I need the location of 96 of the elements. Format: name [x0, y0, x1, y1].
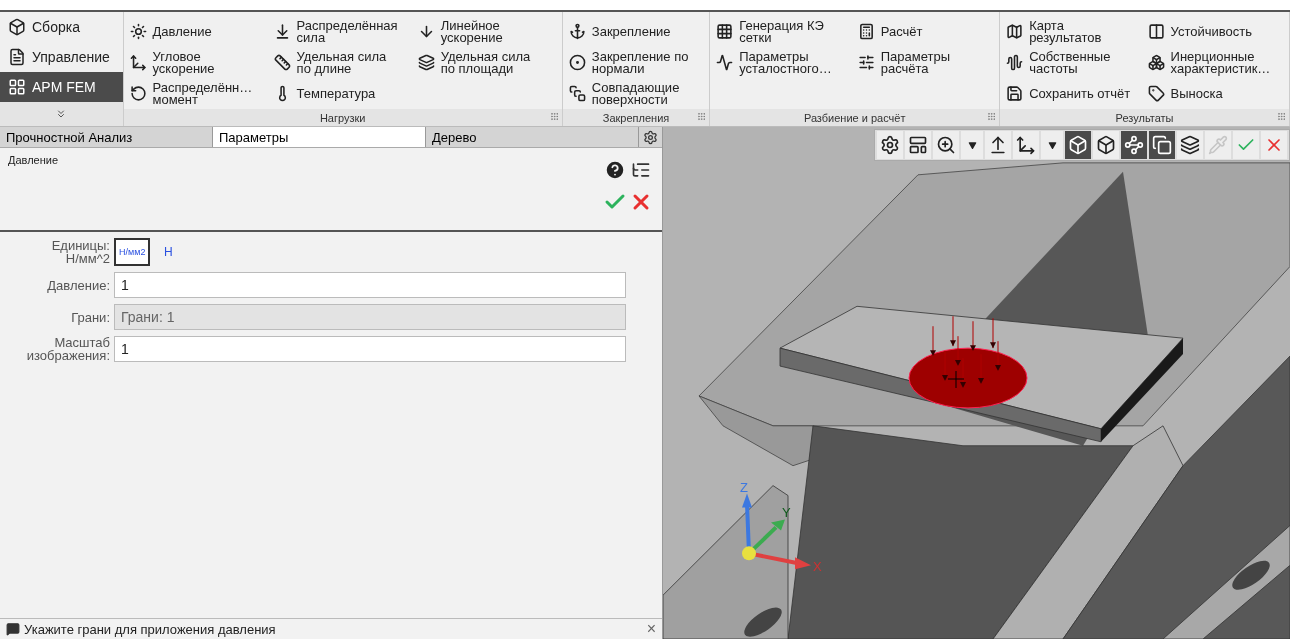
- axis-label: X: [813, 559, 822, 575]
- view-tool-button[interactable]: [1149, 131, 1175, 159]
- ribbon-button[interactable]: Температура: [271, 78, 416, 109]
- cube-icon: [1096, 135, 1116, 155]
- ribbon-button[interactable]: Распределённ… момент: [127, 78, 272, 109]
- group-title: Результаты: [1115, 111, 1174, 124]
- pulse-icon: [716, 54, 734, 71]
- gear-icon: [880, 135, 900, 155]
- view-tool-button[interactable]: [905, 131, 931, 159]
- group-title: Нагрузки: [319, 111, 366, 124]
- view-tool-button[interactable]: [1121, 131, 1147, 159]
- help-button[interactable]: [604, 159, 626, 181]
- unit-button[interactable]: Н/мм2: [114, 238, 151, 266]
- ribbon-button[interactable]: Устойчивость: [1145, 16, 1287, 47]
- ribbon-button[interactable]: Генерация КЭ сетки: [714, 16, 856, 47]
- axis-label: Z: [740, 479, 748, 495]
- ribbon-button[interactable]: Угловое ускорение: [127, 47, 272, 78]
- box-icon: [8, 18, 26, 36]
- units-label: Единицы: Н/мм^2: [50, 239, 110, 265]
- boxes-icon: [1147, 54, 1165, 71]
- grid-icon: [716, 23, 734, 40]
- caret-icon: [967, 140, 977, 150]
- ribbon-button[interactable]: Удельная сила по длине: [271, 47, 416, 78]
- columns-icon: [1147, 23, 1165, 40]
- axis-label: Y: [782, 505, 791, 521]
- grip-icon[interactable]: [697, 112, 707, 121]
- view-tool-button[interactable]: [933, 131, 959, 159]
- sun-icon: [129, 23, 147, 40]
- cube-icon: [1068, 135, 1088, 155]
- sliders-icon: [857, 54, 875, 71]
- ribbon-button[interactable]: Карта результатов: [1004, 16, 1146, 47]
- layers-icon: [1180, 135, 1200, 155]
- ribbon-button[interactable]: Удельная сила по площади: [415, 47, 560, 78]
- view-tool-button[interactable]: [985, 131, 1011, 159]
- pipette-icon: [1208, 135, 1228, 155]
- zoom-icon: [936, 135, 956, 155]
- ribbon-button[interactable]: Выноска: [1145, 78, 1287, 109]
- grip-icon[interactable]: [1277, 112, 1286, 121]
- save-icon: [1006, 85, 1024, 102]
- rotate-icon: [129, 85, 147, 102]
- axes-icon: [129, 54, 147, 71]
- stack-icon: [568, 85, 586, 102]
- ribbon-button[interactable]: Собственные частоты: [1004, 47, 1146, 78]
- axes-icon: [1016, 135, 1036, 155]
- view-tool-button[interactable]: [1093, 131, 1119, 159]
- sketch-icon: [908, 135, 928, 155]
- mode-tab[interactable]: APM FEM: [0, 72, 123, 102]
- mode-tab[interactable]: Сборка: [0, 12, 123, 42]
- calculator-icon: [857, 23, 875, 40]
- arrow-up-icon: [988, 135, 1008, 155]
- ribbon-button[interactable]: Давление: [127, 16, 272, 47]
- field-label: Масштаб изображения:: [25, 336, 110, 362]
- ribbon-button[interactable]: Закрепление: [566, 16, 708, 47]
- message-icon: [6, 622, 20, 636]
- group-title: Закрепления: [602, 111, 670, 124]
- caret-icon: [1047, 140, 1057, 150]
- ruler-icon: [273, 54, 291, 71]
- view-tool-button[interactable]: [1041, 131, 1063, 159]
- group-title: Разбиение и расчёт: [803, 111, 906, 124]
- view-tool-button[interactable]: [1177, 131, 1203, 159]
- ribbon-button[interactable]: Сохранить отчёт: [1004, 78, 1146, 109]
- view-tool-button[interactable]: [961, 131, 983, 159]
- input-field[interactable]: 1: [114, 272, 626, 298]
- ribbon-button[interactable]: Параметры усталостного…: [714, 47, 856, 78]
- view-tool-button[interactable]: [1065, 131, 1091, 159]
- ribbon-button[interactable]: Распределённая сила: [271, 16, 416, 47]
- field-label: Давление:: [46, 278, 110, 292]
- map-icon: [1006, 23, 1024, 40]
- grip-icon[interactable]: [549, 112, 559, 121]
- layers-icon: [417, 54, 435, 71]
- ribbon-button[interactable]: Параметры расчёта: [855, 47, 998, 78]
- command-title: Давление: [8, 154, 59, 168]
- panel-tab[interactable]: Параметры: [213, 127, 426, 147]
- close-button[interactable]: ×: [646, 620, 656, 638]
- view-tool-button[interactable]: [1013, 131, 1039, 159]
- ribbon-button[interactable]: Закрепление по нормали: [566, 47, 708, 78]
- ribbon-button[interactable]: Совпадающие поверхности: [566, 78, 708, 109]
- input-field[interactable]: 1: [114, 336, 626, 362]
- unit-button[interactable]: Н: [154, 238, 183, 266]
- target-icon: [568, 54, 586, 71]
- field-label: Грани:: [70, 310, 110, 324]
- tag-icon: [1147, 85, 1165, 102]
- grip-icon[interactable]: [987, 112, 997, 121]
- nodes-icon: [1124, 135, 1144, 155]
- wave-icon: [1006, 54, 1024, 71]
- tree-button[interactable]: [631, 160, 651, 180]
- document-icon: [8, 48, 26, 66]
- ribbon-button[interactable]: Линейное ускорение: [415, 16, 560, 47]
- anchor-icon: [568, 23, 586, 40]
- view-tool-button[interactable]: [877, 131, 903, 159]
- grid-icon: [8, 78, 26, 96]
- status-message: Укажите грани для приложения давления: [24, 621, 277, 637]
- ribbon-button[interactable]: Расчёт: [855, 16, 998, 47]
- copy-icon: [1152, 135, 1172, 155]
- ribbon-button[interactable]: Инерционные характеристик…: [1145, 47, 1287, 78]
- mode-tab[interactable]: Управление: [0, 42, 123, 72]
